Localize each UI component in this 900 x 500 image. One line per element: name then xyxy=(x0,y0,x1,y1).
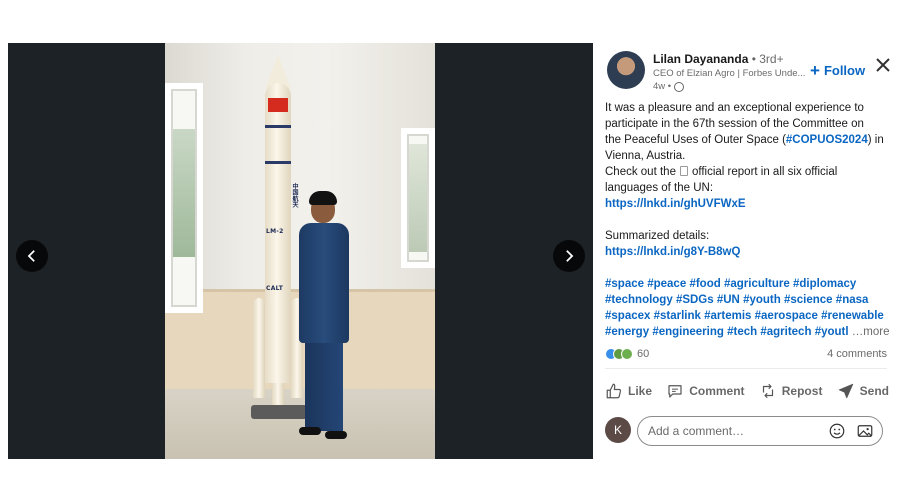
repost-icon xyxy=(762,383,773,399)
china-flag-icon xyxy=(268,98,288,112)
hashtag[interactable]: #youth xyxy=(743,294,781,306)
send-label: Send xyxy=(859,384,889,398)
comment-button[interactable]: Comment xyxy=(660,377,750,405)
follow-button[interactable]: + Follow xyxy=(810,62,865,79)
social-actions-bar: Like Comment Repost Send xyxy=(599,377,895,405)
follow-label: Follow xyxy=(823,63,866,78)
divider xyxy=(605,368,887,369)
hashtag[interactable]: #energy xyxy=(605,326,649,338)
globe-icon xyxy=(674,81,685,92)
post-text-line: Check out the official report in all six … xyxy=(605,166,838,178)
hashtag[interactable]: #youtl xyxy=(815,326,849,338)
like-label: Like xyxy=(628,384,653,398)
like-button[interactable]: Like xyxy=(599,377,658,405)
hashtag[interactable]: #starlink xyxy=(654,310,701,322)
emoji-icon[interactable] xyxy=(828,422,846,440)
reactions-summary[interactable]: 60 xyxy=(605,348,649,360)
post-text-line: Vienna, Austria. xyxy=(605,150,686,162)
window-left xyxy=(165,83,203,313)
post-text-line: participate in the 67th session of the C… xyxy=(605,118,864,130)
hashtag[interactable]: #peace xyxy=(647,278,686,290)
rocket-label-chinese: 中国航天 xyxy=(291,183,298,209)
hashtag[interactable]: #agriculture xyxy=(724,278,790,290)
hashtag-copuos2024[interactable]: #COPUOS2024 xyxy=(786,134,868,146)
author-name[interactable]: Lilan Dayananda xyxy=(653,52,748,66)
document-icon xyxy=(679,166,688,176)
plus-icon: + xyxy=(810,61,820,80)
rocket-label-model: LM-2 xyxy=(266,228,284,235)
support-reaction-icon xyxy=(621,348,633,360)
hashtag[interactable]: #renewable xyxy=(821,310,884,322)
hashtag[interactable]: #food xyxy=(689,278,720,290)
post-photo: 中国航天 LM-2 CALT xyxy=(165,43,435,459)
hashtags-line-1: #space #peace #food #agriculture #diplom… xyxy=(605,276,887,292)
summary-label: Summarized details: xyxy=(605,230,710,242)
hashtag[interactable]: #space xyxy=(605,278,644,290)
see-more-button[interactable]: …more xyxy=(852,326,890,338)
comment-input[interactable] xyxy=(648,424,818,438)
reaction-count[interactable]: 60 xyxy=(637,348,649,360)
post-text-line: the Peaceful Uses of Outer Space (#COPUO… xyxy=(605,134,884,146)
hashtag[interactable]: #agritech xyxy=(760,326,811,338)
hashtag[interactable]: #nasa xyxy=(836,294,869,306)
hashtag[interactable]: #spacex xyxy=(605,310,650,322)
chevron-left-icon xyxy=(27,250,35,262)
previous-image-button[interactable] xyxy=(16,240,48,272)
repost-label: Repost xyxy=(781,384,823,398)
post-age: 4w • xyxy=(653,81,672,92)
image-viewer: 中国航天 LM-2 CALT xyxy=(8,43,593,459)
author-name-line[interactable]: Lilan Dayananda • 3rd+ xyxy=(653,52,784,66)
comment-box[interactable] xyxy=(637,416,883,446)
hashtag[interactable]: #aerospace xyxy=(755,310,818,322)
rocket-label-calt: CALT xyxy=(266,285,284,292)
window-right xyxy=(401,128,435,268)
author-headline: CEO of Elzian Agro | Forbes Unde... xyxy=(653,68,805,79)
close-icon[interactable] xyxy=(873,55,893,75)
chevron-right-icon xyxy=(566,250,574,262)
hashtag[interactable]: #engineering xyxy=(652,326,724,338)
hashtag[interactable]: #diplomacy xyxy=(793,278,856,290)
next-image-button[interactable] xyxy=(553,240,585,272)
comment-icon xyxy=(668,385,682,398)
post-detail-panel: Lilan Dayananda • 3rd+ CEO of Elzian Agr… xyxy=(593,43,900,459)
send-icon xyxy=(838,383,853,399)
post-text-line: languages of the UN: xyxy=(605,182,714,194)
thumbs-up-icon xyxy=(606,383,622,399)
hashtag[interactable]: #science xyxy=(784,294,833,306)
hashtags-line-4: #energy #engineering #tech #agritech #yo… xyxy=(605,324,890,340)
hashtag[interactable]: #artemis xyxy=(704,310,751,322)
viewer-avatar: K xyxy=(605,417,631,443)
comment-label: Comment xyxy=(689,384,745,398)
hashtag[interactable]: #SDGs xyxy=(676,294,714,306)
person xyxy=(299,223,349,343)
rocket-stand xyxy=(251,405,307,419)
report-link[interactable]: https://lnkd.in/ghUVFWxE xyxy=(605,196,887,212)
hashtag[interactable]: #tech xyxy=(727,326,757,338)
hashtags-line-2: #technology #SDGs #UN #youth #science #n… xyxy=(605,292,887,308)
post-timestamp: 4w • xyxy=(653,81,685,92)
hashtags-line-3: #spacex #starlink #artemis #aerospace #r… xyxy=(605,308,887,324)
image-icon[interactable] xyxy=(856,422,874,440)
social-counts: 60 4 comments xyxy=(605,346,887,362)
hashtag[interactable]: #technology xyxy=(605,294,673,306)
send-button[interactable]: Send xyxy=(831,377,895,405)
comments-count[interactable]: 4 comments xyxy=(827,348,887,360)
hashtag[interactable]: #UN xyxy=(717,294,740,306)
connection-degree: • 3rd+ xyxy=(748,52,784,66)
post-body: It was a pleasure and an exceptional exp… xyxy=(605,100,890,340)
post-text-line: It was a pleasure and an exceptional exp… xyxy=(605,102,864,114)
author-avatar[interactable] xyxy=(607,51,645,89)
repost-button[interactable]: Repost xyxy=(753,377,829,405)
summary-link[interactable]: https://lnkd.in/g8Y-B8wQ xyxy=(605,244,887,260)
